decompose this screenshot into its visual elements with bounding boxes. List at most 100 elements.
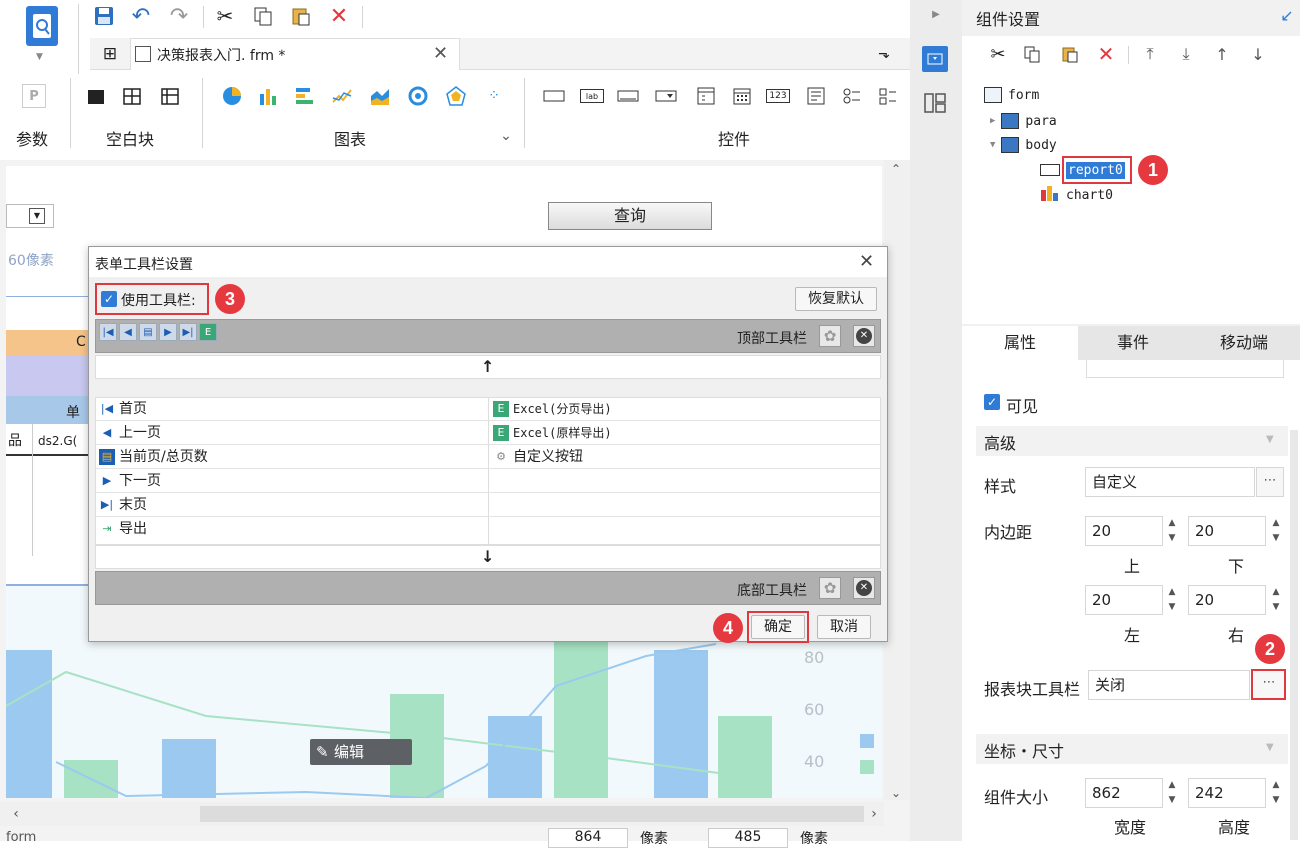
list-item[interactable]: ▤ 当前页/总页数 bbox=[99, 445, 208, 469]
first-page-icon[interactable]: |◀ bbox=[99, 323, 117, 341]
scroll-up-icon[interactable]: ⌃ bbox=[888, 160, 904, 178]
list-item[interactable]: E Excel(原样导出) bbox=[493, 421, 612, 445]
tab-properties[interactable]: 属性 bbox=[962, 326, 1078, 360]
label-widget-icon[interactable]: lab bbox=[580, 89, 604, 103]
panel-scrollbar[interactable] bbox=[1290, 430, 1298, 840]
table-block-icon[interactable] bbox=[158, 84, 182, 108]
section-advanced[interactable]: 高级 ▼ bbox=[976, 426, 1288, 456]
height-spinner[interactable]: ▲ ▼ bbox=[1266, 778, 1286, 808]
page-count-icon[interactable]: ▤ bbox=[139, 323, 157, 341]
pie-chart-icon[interactable] bbox=[220, 84, 244, 108]
radar-chart-icon[interactable] bbox=[444, 84, 468, 108]
edit-chip[interactable]: ✎ 编辑 bbox=[310, 739, 412, 765]
checkbox-widget-icon[interactable] bbox=[876, 84, 900, 108]
width-spinner[interactable]: ▲ ▼ bbox=[1162, 778, 1182, 808]
scroll-left-icon[interactable]: ‹ bbox=[8, 806, 24, 822]
padding-bottom-spinner[interactable]: ▲ ▼ bbox=[1266, 516, 1286, 546]
paste-icon[interactable] bbox=[288, 4, 314, 28]
gauge-chart-icon[interactable] bbox=[406, 84, 430, 108]
textbox-widget-icon[interactable] bbox=[616, 84, 640, 108]
number-widget-icon[interactable]: 123 bbox=[766, 89, 790, 103]
cancel-button[interactable]: 取消 bbox=[817, 615, 871, 639]
excel-icon[interactable]: E bbox=[199, 323, 217, 341]
move-bottom-icon[interactable]: ⤓ bbox=[1174, 42, 1198, 66]
redo-icon[interactable]: ↷ bbox=[166, 4, 192, 29]
cut-icon[interactable]: ✂ bbox=[986, 42, 1010, 66]
padding-right-spinner[interactable]: ▲ ▼ bbox=[1266, 585, 1286, 615]
area-chart-icon[interactable] bbox=[368, 84, 392, 108]
undo-icon[interactable]: ↶ bbox=[128, 4, 154, 29]
delete-icon[interactable]: ✕ bbox=[326, 4, 352, 29]
list-item[interactable]: ⚙ 自定义按钮 bbox=[493, 445, 583, 469]
scroll-right-icon[interactable]: › bbox=[866, 806, 882, 822]
style-more-button[interactable]: ⋯ bbox=[1256, 467, 1284, 497]
close-icon[interactable]: ✕ bbox=[433, 43, 448, 64]
scroll-thumb[interactable] bbox=[200, 806, 864, 822]
visible-checkbox[interactable]: ✓ bbox=[984, 394, 1000, 410]
report-toolbar-field[interactable]: 关闭 bbox=[1088, 670, 1250, 700]
collapse-icon[interactable]: ▼ bbox=[990, 140, 995, 150]
width-field[interactable]: 862 bbox=[1085, 778, 1163, 808]
tree-node-para[interactable]: ▶ para bbox=[990, 110, 1057, 132]
move-up-icon[interactable]: ↑ bbox=[1210, 42, 1234, 66]
blank-block-icon[interactable] bbox=[84, 84, 108, 108]
move-down-icon[interactable]: ↓ bbox=[1246, 42, 1270, 66]
collapse-right-icon[interactable]: ▶ bbox=[928, 6, 944, 22]
chevron-down-icon[interactable]: ⌄ bbox=[496, 126, 516, 146]
padding-left-spinner[interactable]: ▲ ▼ bbox=[1162, 585, 1182, 615]
param-icon[interactable]: P bbox=[22, 84, 46, 108]
padding-bottom-field[interactable]: 20 bbox=[1188, 516, 1266, 546]
textarea-widget-icon[interactable] bbox=[804, 84, 828, 108]
last-page-icon[interactable]: ▶| bbox=[179, 323, 197, 341]
paste-icon[interactable] bbox=[1058, 42, 1082, 66]
footer-height-field[interactable]: 485 bbox=[708, 828, 788, 848]
gear-icon[interactable]: ✿ bbox=[819, 577, 841, 599]
bar-chart-icon[interactable] bbox=[256, 84, 280, 108]
copy-icon[interactable] bbox=[250, 4, 276, 28]
scatter-chart-icon[interactable]: ⁘ bbox=[482, 84, 506, 108]
tree-node-chart0[interactable]: chart0 bbox=[1040, 184, 1113, 206]
style-field[interactable]: 自定义 bbox=[1085, 467, 1255, 497]
button-widget-icon[interactable] bbox=[542, 84, 566, 108]
tree-node-form[interactable]: form bbox=[984, 84, 1039, 106]
scroll-down-icon[interactable]: ⌄ bbox=[888, 784, 904, 802]
doc-tab[interactable]: 决策报表入门. frm * ✕ bbox=[130, 38, 460, 70]
arrow-up-icon[interactable]: ↑ bbox=[481, 357, 494, 376]
padding-top-spinner[interactable]: ▲ ▼ bbox=[1162, 516, 1182, 546]
app-logo-icon[interactable] bbox=[26, 6, 58, 46]
gear-icon[interactable]: ✿ bbox=[819, 325, 841, 347]
section-coord-size[interactable]: 坐标・尺寸 ▼ bbox=[976, 734, 1288, 764]
export-arrow-icon[interactable]: ⬎ bbox=[872, 42, 896, 66]
prev-page-icon[interactable]: ◀ bbox=[119, 323, 137, 341]
split-block-icon[interactable] bbox=[120, 84, 144, 108]
save-icon[interactable] bbox=[92, 4, 116, 28]
list-item[interactable]: ▶| 末页 bbox=[99, 493, 147, 517]
tree-node-body[interactable]: ▼ body bbox=[990, 134, 1057, 156]
calendar-widget-icon[interactable] bbox=[730, 84, 754, 108]
query-button[interactable]: 查询 bbox=[548, 202, 712, 230]
grid-icon[interactable]: ⊞ bbox=[98, 42, 122, 66]
padding-top-field[interactable]: 20 bbox=[1085, 516, 1163, 546]
remove-icon[interactable]: ✕ bbox=[853, 325, 875, 347]
tab-mobile[interactable]: 移动端 bbox=[1188, 326, 1300, 360]
copy-icon[interactable] bbox=[1020, 42, 1044, 66]
line-chart-icon[interactable] bbox=[330, 84, 354, 108]
delete-icon[interactable]: ✕ bbox=[1094, 42, 1118, 66]
list-item[interactable]: ⇥ 导出 bbox=[99, 517, 147, 541]
chevron-down-icon[interactable]: ▼ bbox=[36, 52, 43, 62]
restore-default-button[interactable]: 恢复默认 bbox=[795, 287, 877, 311]
param-dropdown[interactable]: ▼ bbox=[6, 204, 54, 228]
widget-settings-icon[interactable] bbox=[922, 46, 948, 72]
next-page-icon[interactable]: ▶ bbox=[159, 323, 177, 341]
remove-icon[interactable]: ✕ bbox=[853, 577, 875, 599]
radio-widget-icon[interactable] bbox=[840, 84, 864, 108]
expand-arrow-icon[interactable]: ↙ bbox=[1278, 6, 1296, 25]
arrow-down-icon[interactable]: ↓ bbox=[481, 547, 494, 566]
hbar-chart-icon[interactable] bbox=[292, 84, 316, 108]
cut-icon[interactable]: ✂ bbox=[212, 4, 238, 28]
move-top-icon[interactable]: ⤒ bbox=[1138, 42, 1162, 66]
tab-events[interactable]: 事件 bbox=[1078, 326, 1188, 360]
padding-right-field[interactable]: 20 bbox=[1188, 585, 1266, 615]
list-item[interactable]: E Excel(分页导出) bbox=[493, 397, 612, 421]
list-item[interactable]: ◀ 上一页 bbox=[99, 421, 161, 445]
